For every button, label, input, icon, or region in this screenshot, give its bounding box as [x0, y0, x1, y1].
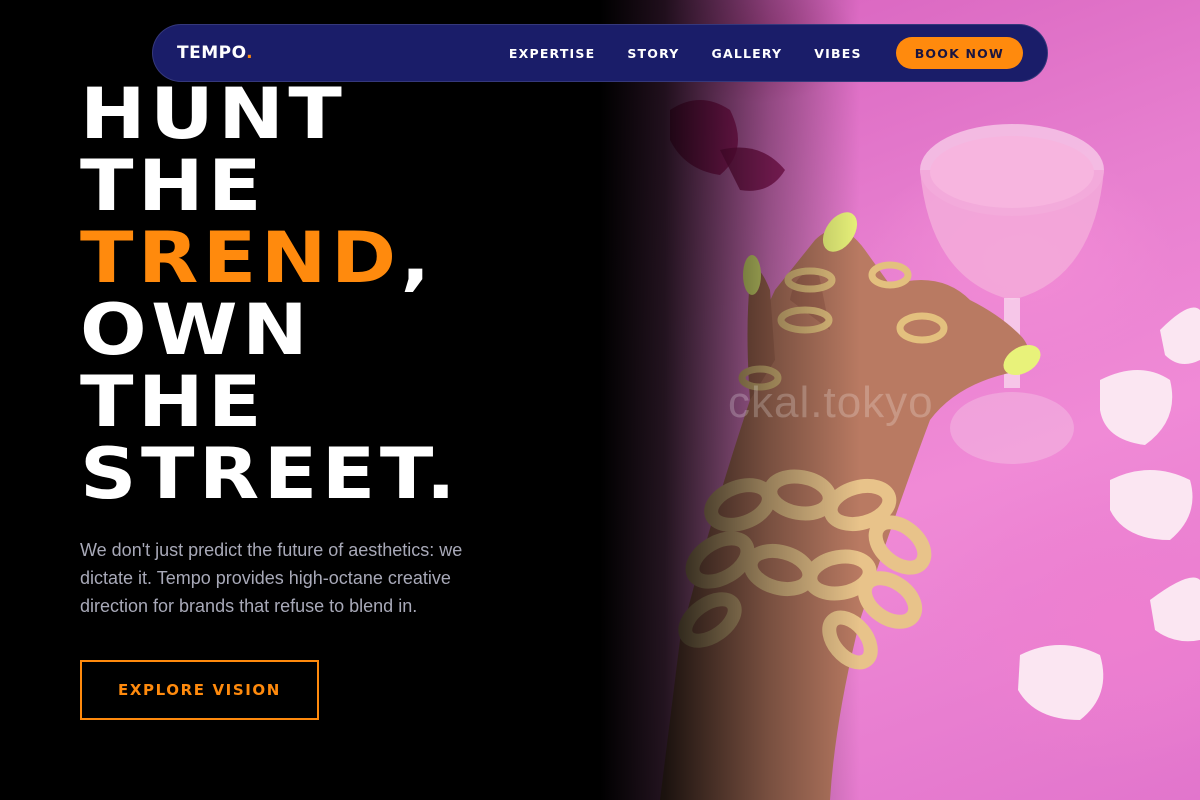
headline-text: STREET.: [80, 433, 461, 515]
nav-link-gallery[interactable]: GALLERY: [712, 46, 783, 61]
brand-dot: .: [246, 43, 254, 63]
nav-link-vibes[interactable]: VIBES: [814, 46, 861, 61]
headline-text: THE: [80, 145, 267, 227]
explore-vision-button[interactable]: EXPLORE VISION: [80, 660, 319, 720]
headline-line: OWN: [80, 294, 460, 366]
headline-line: TREND,: [80, 222, 460, 294]
headline-accent-text: TREND: [80, 217, 401, 299]
headline-line: STREET.: [80, 438, 460, 510]
brand-logo[interactable]: TEMPO.: [177, 43, 253, 63]
headline-text: HUNT: [80, 73, 347, 155]
headline-suffix: ,: [400, 217, 435, 299]
image-watermark: ckal.tokyo: [728, 378, 934, 427]
nav-links: EXPERTISE STORY GALLERY VIBES BOOK NOW: [509, 37, 1023, 69]
hero-headline: HUNT THE TREND, OWN THE STREET.: [80, 78, 460, 510]
nav-link-story[interactable]: STORY: [627, 46, 679, 61]
brand-name: TEMPO: [177, 43, 247, 63]
hero-description: We don't just predict the future of aest…: [80, 540, 463, 616]
book-now-button[interactable]: BOOK NOW: [895, 37, 1023, 69]
petals-white: [1018, 307, 1200, 720]
nav-link-expertise[interactable]: EXPERTISE: [509, 46, 595, 61]
headline-line: HUNT: [80, 78, 460, 150]
headline-line: THE: [80, 150, 460, 222]
headline-text: THE: [80, 361, 267, 443]
headline-line: THE: [80, 366, 460, 438]
headline-text: OWN: [80, 289, 313, 371]
